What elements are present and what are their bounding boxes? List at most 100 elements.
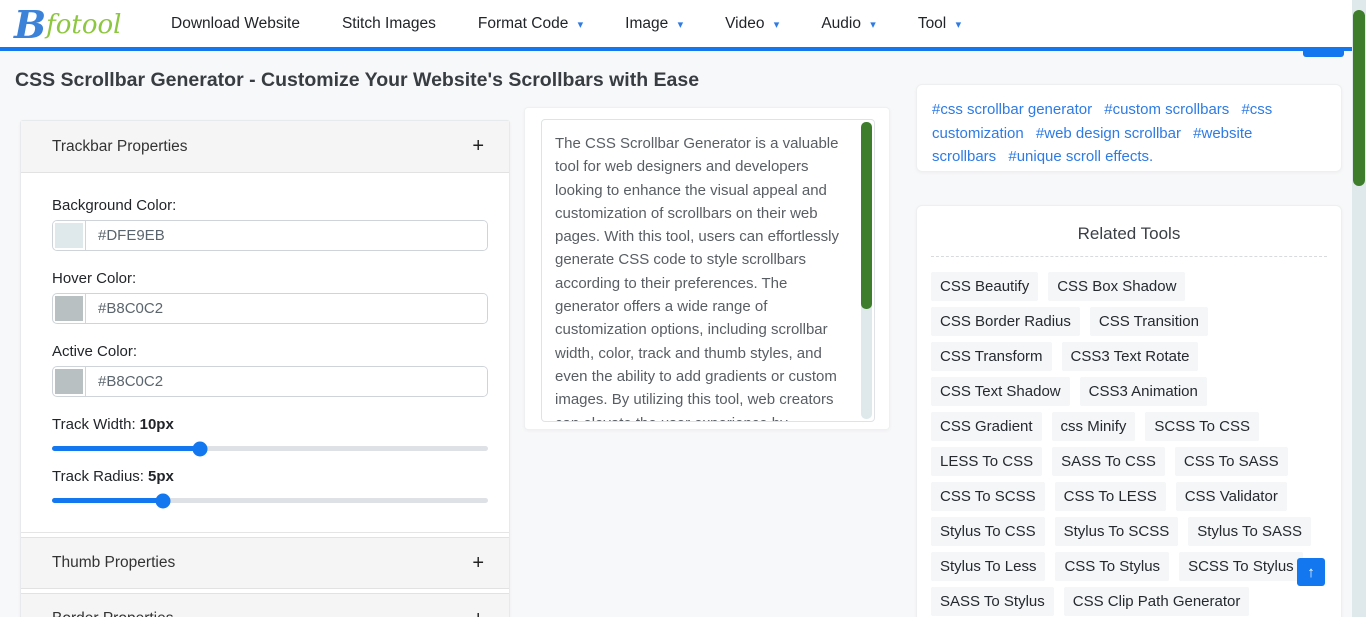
chevron-down-icon: ▾ xyxy=(678,19,684,31)
related-tool-link[interactable]: CSS Transform xyxy=(931,342,1052,371)
plus-icon: + xyxy=(472,552,484,575)
nav-item-label: Tool xyxy=(918,15,946,32)
page-scrollbar-thumb[interactable] xyxy=(1353,10,1365,186)
related-tool-link[interactable]: SASS To CSS xyxy=(1052,447,1165,476)
related-tool-link[interactable]: Stylus To SASS xyxy=(1188,517,1311,546)
color-hex-input[interactable] xyxy=(86,294,487,323)
page-title: CSS Scrollbar Generator - Customize Your… xyxy=(15,69,699,92)
related-tool-link[interactable]: Stylus To SCSS xyxy=(1055,517,1179,546)
color-hex-input[interactable] xyxy=(86,367,487,396)
slider-thumb[interactable] xyxy=(193,441,208,456)
related-tool-link[interactable]: CSS Gradient xyxy=(931,412,1042,441)
slider-fields: Track Width:10px Track Radius:5px xyxy=(52,416,488,503)
color-field-label: Active Color: xyxy=(52,343,488,360)
nav-item-label: Video xyxy=(725,15,764,32)
scrollbar-preview[interactable]: The CSS Scrollbar Generator is a valuabl… xyxy=(541,119,875,422)
nav-item[interactable]: Image ▾ xyxy=(625,15,683,33)
color-swatch[interactable] xyxy=(53,367,86,396)
nav-item-label: Stitch Images xyxy=(342,15,436,32)
collapsed-accordions: Thumb Properties + Border Properties + xyxy=(21,537,509,617)
color-hex-input[interactable] xyxy=(86,221,487,250)
related-tool-link[interactable]: CSS Text Shadow xyxy=(931,377,1070,406)
color-field: Active Color: xyxy=(52,343,488,397)
slider-field: Track Radius:5px xyxy=(52,468,488,503)
slider-label-text: Track Radius: xyxy=(52,468,144,485)
related-tool-link[interactable]: CSS To LESS xyxy=(1055,482,1166,511)
related-tools-list: CSS Beautify CSS Box Shadow CSS Border R… xyxy=(931,272,1327,617)
related-tool-link[interactable]: CSS3 Text Rotate xyxy=(1062,342,1199,371)
logo-icon: B xyxy=(14,6,44,44)
accordion-title: Trackbar Properties xyxy=(52,138,188,156)
preview-card: The CSS Scrollbar Generator is a valuabl… xyxy=(524,107,890,430)
related-tool-link[interactable]: CSS Beautify xyxy=(931,272,1038,301)
nav-item[interactable]: Audio ▾ xyxy=(821,15,876,33)
range-slider[interactable] xyxy=(52,446,488,451)
range-slider[interactable] xyxy=(52,498,488,503)
accordion-section[interactable]: Thumb Properties + xyxy=(21,537,509,589)
slider-label: Track Width:10px xyxy=(52,416,488,433)
accordion-section[interactable]: Border Properties + xyxy=(21,593,509,617)
related-tool-link[interactable]: LESS To CSS xyxy=(931,447,1042,476)
related-tool-link[interactable]: SCSS To CSS xyxy=(1145,412,1259,441)
hashtag-link[interactable]: #css scrollbar generator xyxy=(932,101,1092,118)
nav-item[interactable]: Video ▾ xyxy=(725,15,779,33)
generator-panel: Trackbar Properties + Background Color: xyxy=(20,120,510,617)
preview-scrollbar-track[interactable] xyxy=(861,122,872,419)
main-nav: Download Website Stitch Images Format Co… xyxy=(171,0,961,47)
related-tool-link[interactable]: CSS To Stylus xyxy=(1055,552,1169,581)
divider xyxy=(931,256,1327,257)
page-scrollbar-track[interactable] xyxy=(1352,0,1366,617)
color-input-group xyxy=(52,220,488,251)
nav-item[interactable]: Download Website xyxy=(171,15,300,33)
related-tool-link[interactable]: CSS To SASS xyxy=(1175,447,1288,476)
hashtag-link[interactable]: #custom scrollbars xyxy=(1104,101,1229,118)
color-field: Hover Color: xyxy=(52,270,488,324)
related-tool-link[interactable]: CSS3 Animation xyxy=(1080,377,1207,406)
related-tool-link[interactable]: SCSS To Stylus xyxy=(1179,552,1303,581)
related-tool-link[interactable]: SASS To Stylus xyxy=(931,587,1054,616)
color-field: Background Color: xyxy=(52,197,488,251)
nav-item-label: Format Code xyxy=(478,15,568,32)
related-tool-link[interactable]: Stylus To Less xyxy=(931,552,1045,581)
slider-thumb[interactable] xyxy=(156,493,171,508)
color-field-label: Hover Color: xyxy=(52,270,488,287)
hashtags-card: #css scrollbar generator #custom scrollb… xyxy=(916,84,1342,172)
arrow-up-icon: ↑ xyxy=(1307,564,1315,581)
hashtag-link[interactable]: #unique scroll effects. xyxy=(1008,148,1153,165)
nav-item[interactable]: Tool ▾ xyxy=(918,15,961,33)
related-tool-link[interactable]: CSS To SCSS xyxy=(931,482,1045,511)
color-input-group xyxy=(52,293,488,324)
accordion-title: Thumb Properties xyxy=(52,554,175,572)
hashtag-list: #css scrollbar generator #custom scrollb… xyxy=(932,98,1326,169)
plus-icon: + xyxy=(472,608,484,617)
preview-scrollbar-thumb[interactable] xyxy=(861,122,872,309)
slider-value: 5px xyxy=(148,468,174,485)
color-swatch[interactable] xyxy=(53,294,86,323)
chevron-down-icon: ▾ xyxy=(956,19,962,31)
related-tool-link[interactable]: CSS Validator xyxy=(1176,482,1287,511)
color-swatch[interactable] xyxy=(53,221,86,250)
scroll-to-top-button[interactable]: ↑ xyxy=(1297,558,1325,586)
nav-item-label: Image xyxy=(625,15,668,32)
related-tool-link[interactable]: CSS Border Radius xyxy=(931,307,1080,336)
chevron-down-icon: ▾ xyxy=(774,19,780,31)
hashtag-link[interactable]: #web design scrollbar xyxy=(1036,125,1181,142)
related-tool-link[interactable]: CSS Transition xyxy=(1090,307,1208,336)
related-tool-link[interactable]: Stylus To CSS xyxy=(931,517,1045,546)
nav-item-label: Audio xyxy=(821,15,861,32)
related-tool-link[interactable]: CSS Clip Path Generator xyxy=(1064,587,1250,616)
logo-brand-text: fotool xyxy=(46,10,121,40)
nav-item[interactable]: Format Code ▾ xyxy=(478,15,583,33)
color-input-group xyxy=(52,366,488,397)
trackbar-settings: Background Color: Hover Color: xyxy=(21,173,509,533)
nav-item[interactable]: Stitch Images xyxy=(342,15,436,33)
accordion-trackbar-properties[interactable]: Trackbar Properties + xyxy=(21,121,509,173)
related-tool-link[interactable]: CSS Box Shadow xyxy=(1048,272,1185,301)
slider-label: Track Radius:5px xyxy=(52,468,488,485)
related-tool-link[interactable]: css Minify xyxy=(1052,412,1136,441)
page: B fotool Download Website Stitch Images … xyxy=(0,0,1366,617)
related-tools-card: Related Tools CSS Beautify CSS Box Shado… xyxy=(916,205,1342,617)
slider-field: Track Width:10px xyxy=(52,416,488,451)
site-logo[interactable]: B fotool xyxy=(14,2,121,47)
accordion-title: Border Properties xyxy=(52,610,173,617)
